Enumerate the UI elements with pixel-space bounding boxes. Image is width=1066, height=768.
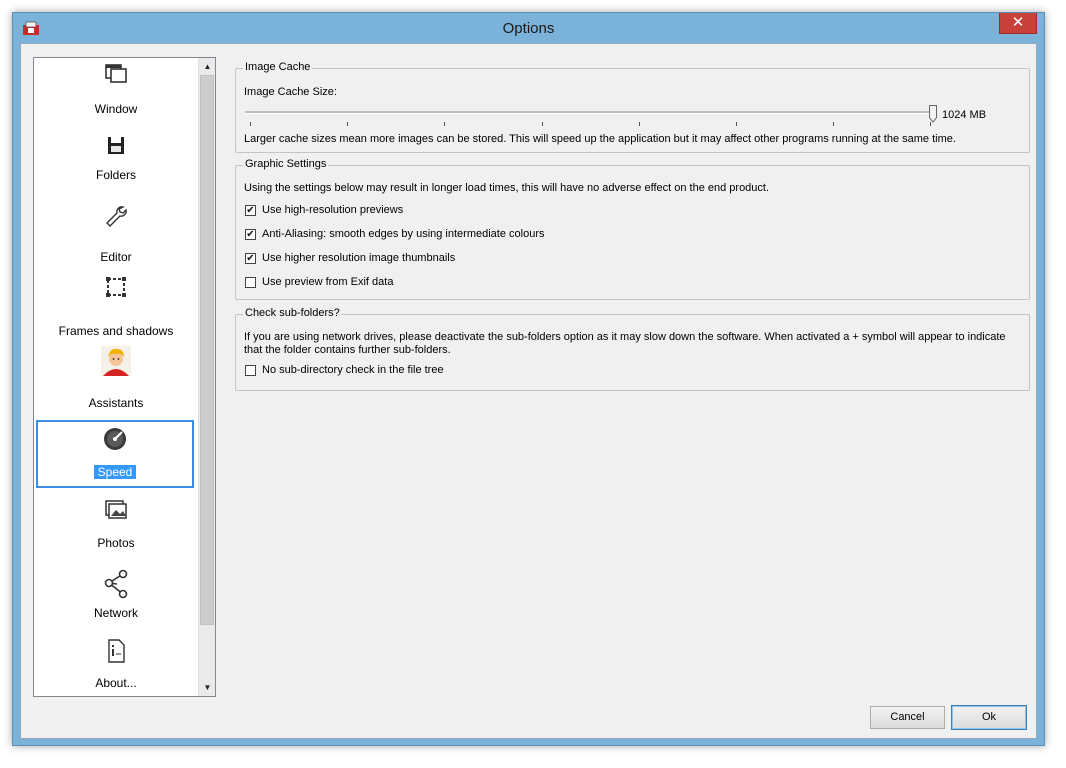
sidebar-item-label: Window	[94, 102, 138, 116]
wrench-icon	[34, 204, 198, 230]
window-icon	[34, 62, 198, 88]
network-icon	[34, 568, 198, 600]
sidebar-item-label: Assistants	[88, 396, 144, 410]
sidebar-scrollbar[interactable]: ▲ ▼	[198, 58, 215, 696]
graphic-settings-group: Graphic Settings Using the settings belo…	[235, 158, 1030, 300]
close-button[interactable]: ✕	[999, 13, 1037, 34]
checkbox-label: Use preview from Exif data	[262, 276, 394, 288]
image-cache-slider-thumb[interactable]	[929, 105, 937, 123]
slider-tick	[736, 122, 737, 126]
photos-icon	[34, 498, 198, 524]
subfolders-title: Check sub-folders?	[243, 307, 342, 319]
sidebar-item-folders[interactable]: Folders	[34, 134, 198, 188]
sidebar-item-network[interactable]: Network	[34, 568, 198, 626]
ok-button[interactable]: Ok	[951, 705, 1027, 730]
sidebar-item-label: Editor	[100, 250, 132, 264]
assistant-avatar-icon	[34, 344, 198, 378]
subfolders-description-line2: that the folder contains further sub-fol…	[244, 344, 451, 356]
sidebar-item-label: Folders	[95, 168, 136, 182]
checkbox-label: Use higher resolution image thumbnails	[262, 252, 456, 264]
sidebar-item-label: Network	[93, 606, 138, 620]
subfolders-description-line1: If you are using network drives, please …	[244, 331, 1006, 343]
subfolders-group: Check sub-folders? If you are using netw…	[235, 307, 1030, 391]
graphic-settings-title: Graphic Settings	[243, 158, 329, 170]
anti-aliasing-checkbox[interactable]: ✔	[245, 229, 256, 240]
slider-tick	[444, 122, 445, 126]
image-cache-size-label: Image Cache Size:	[244, 86, 337, 98]
sidebar-item-label: Speed	[38, 465, 192, 479]
slider-tick	[833, 122, 834, 126]
sidebar-item-editor[interactable]: Editor	[34, 204, 198, 270]
sidebar-item-about[interactable]: About...	[34, 638, 198, 696]
options-window: Options ✕ Window Folders Editor Frames a…	[12, 12, 1045, 746]
sidebar-item-photos[interactable]: Photos	[34, 498, 198, 556]
category-list[interactable]: Window Folders Editor Frames and shadows	[33, 57, 216, 697]
sidebar-item-label: About...	[95, 676, 137, 690]
graphic-settings-description: Using the settings below may result in l…	[244, 182, 770, 194]
exif-preview-checkbox[interactable]	[245, 277, 256, 288]
cancel-button[interactable]: Cancel	[870, 706, 945, 729]
image-cache-description: Larger cache sizes mean more images can …	[244, 133, 956, 145]
slider-tick	[542, 122, 543, 126]
checkbox-label: No sub-directory check in the file tree	[262, 364, 444, 376]
high-resolution-previews-checkbox[interactable]: ✔	[245, 205, 256, 216]
scroll-up-icon[interactable]: ▲	[199, 58, 215, 75]
sidebar-item-label: Frames and shadows	[58, 324, 174, 338]
slider-tick	[347, 122, 348, 126]
image-cache-group: Image Cache Image Cache Size: 1024 MB La…	[235, 61, 1030, 153]
checkbox-label: Anti-Aliasing: smooth edges by using int…	[262, 228, 545, 240]
higher-resolution-thumbnails-checkbox[interactable]: ✔	[245, 253, 256, 264]
document-info-icon	[34, 638, 198, 664]
scroll-down-icon[interactable]: ▼	[199, 679, 215, 696]
scroll-thumb[interactable]	[200, 75, 214, 625]
sidebar-item-frames-and-shadows[interactable]: Frames and shadows	[34, 274, 198, 344]
dialog-client-area: Window Folders Editor Frames and shadows	[20, 43, 1037, 739]
checkbox-label: Use high-resolution previews	[262, 204, 404, 216]
floppy-disk-icon	[34, 134, 198, 160]
sidebar-item-window[interactable]: Window	[34, 62, 198, 122]
sidebar-item-label: Photos	[97, 536, 135, 550]
image-cache-title: Image Cache	[243, 61, 313, 73]
speedometer-icon	[38, 426, 192, 452]
selected-label-highlight: Speed	[93, 465, 137, 479]
no-subdirectory-check-checkbox[interactable]	[245, 365, 256, 376]
title-bar[interactable]: Options ✕	[13, 13, 1044, 43]
frame-icon	[34, 274, 198, 300]
slider-tick	[639, 122, 640, 126]
image-cache-slider[interactable]	[245, 111, 933, 114]
sidebar-item-assistants[interactable]: Assistants	[34, 344, 198, 414]
image-cache-value: 1024 MB	[942, 109, 987, 121]
slider-tick	[250, 122, 251, 126]
sidebar-item-speed[interactable]: Speed	[36, 420, 194, 488]
window-title: Options	[502, 20, 555, 37]
